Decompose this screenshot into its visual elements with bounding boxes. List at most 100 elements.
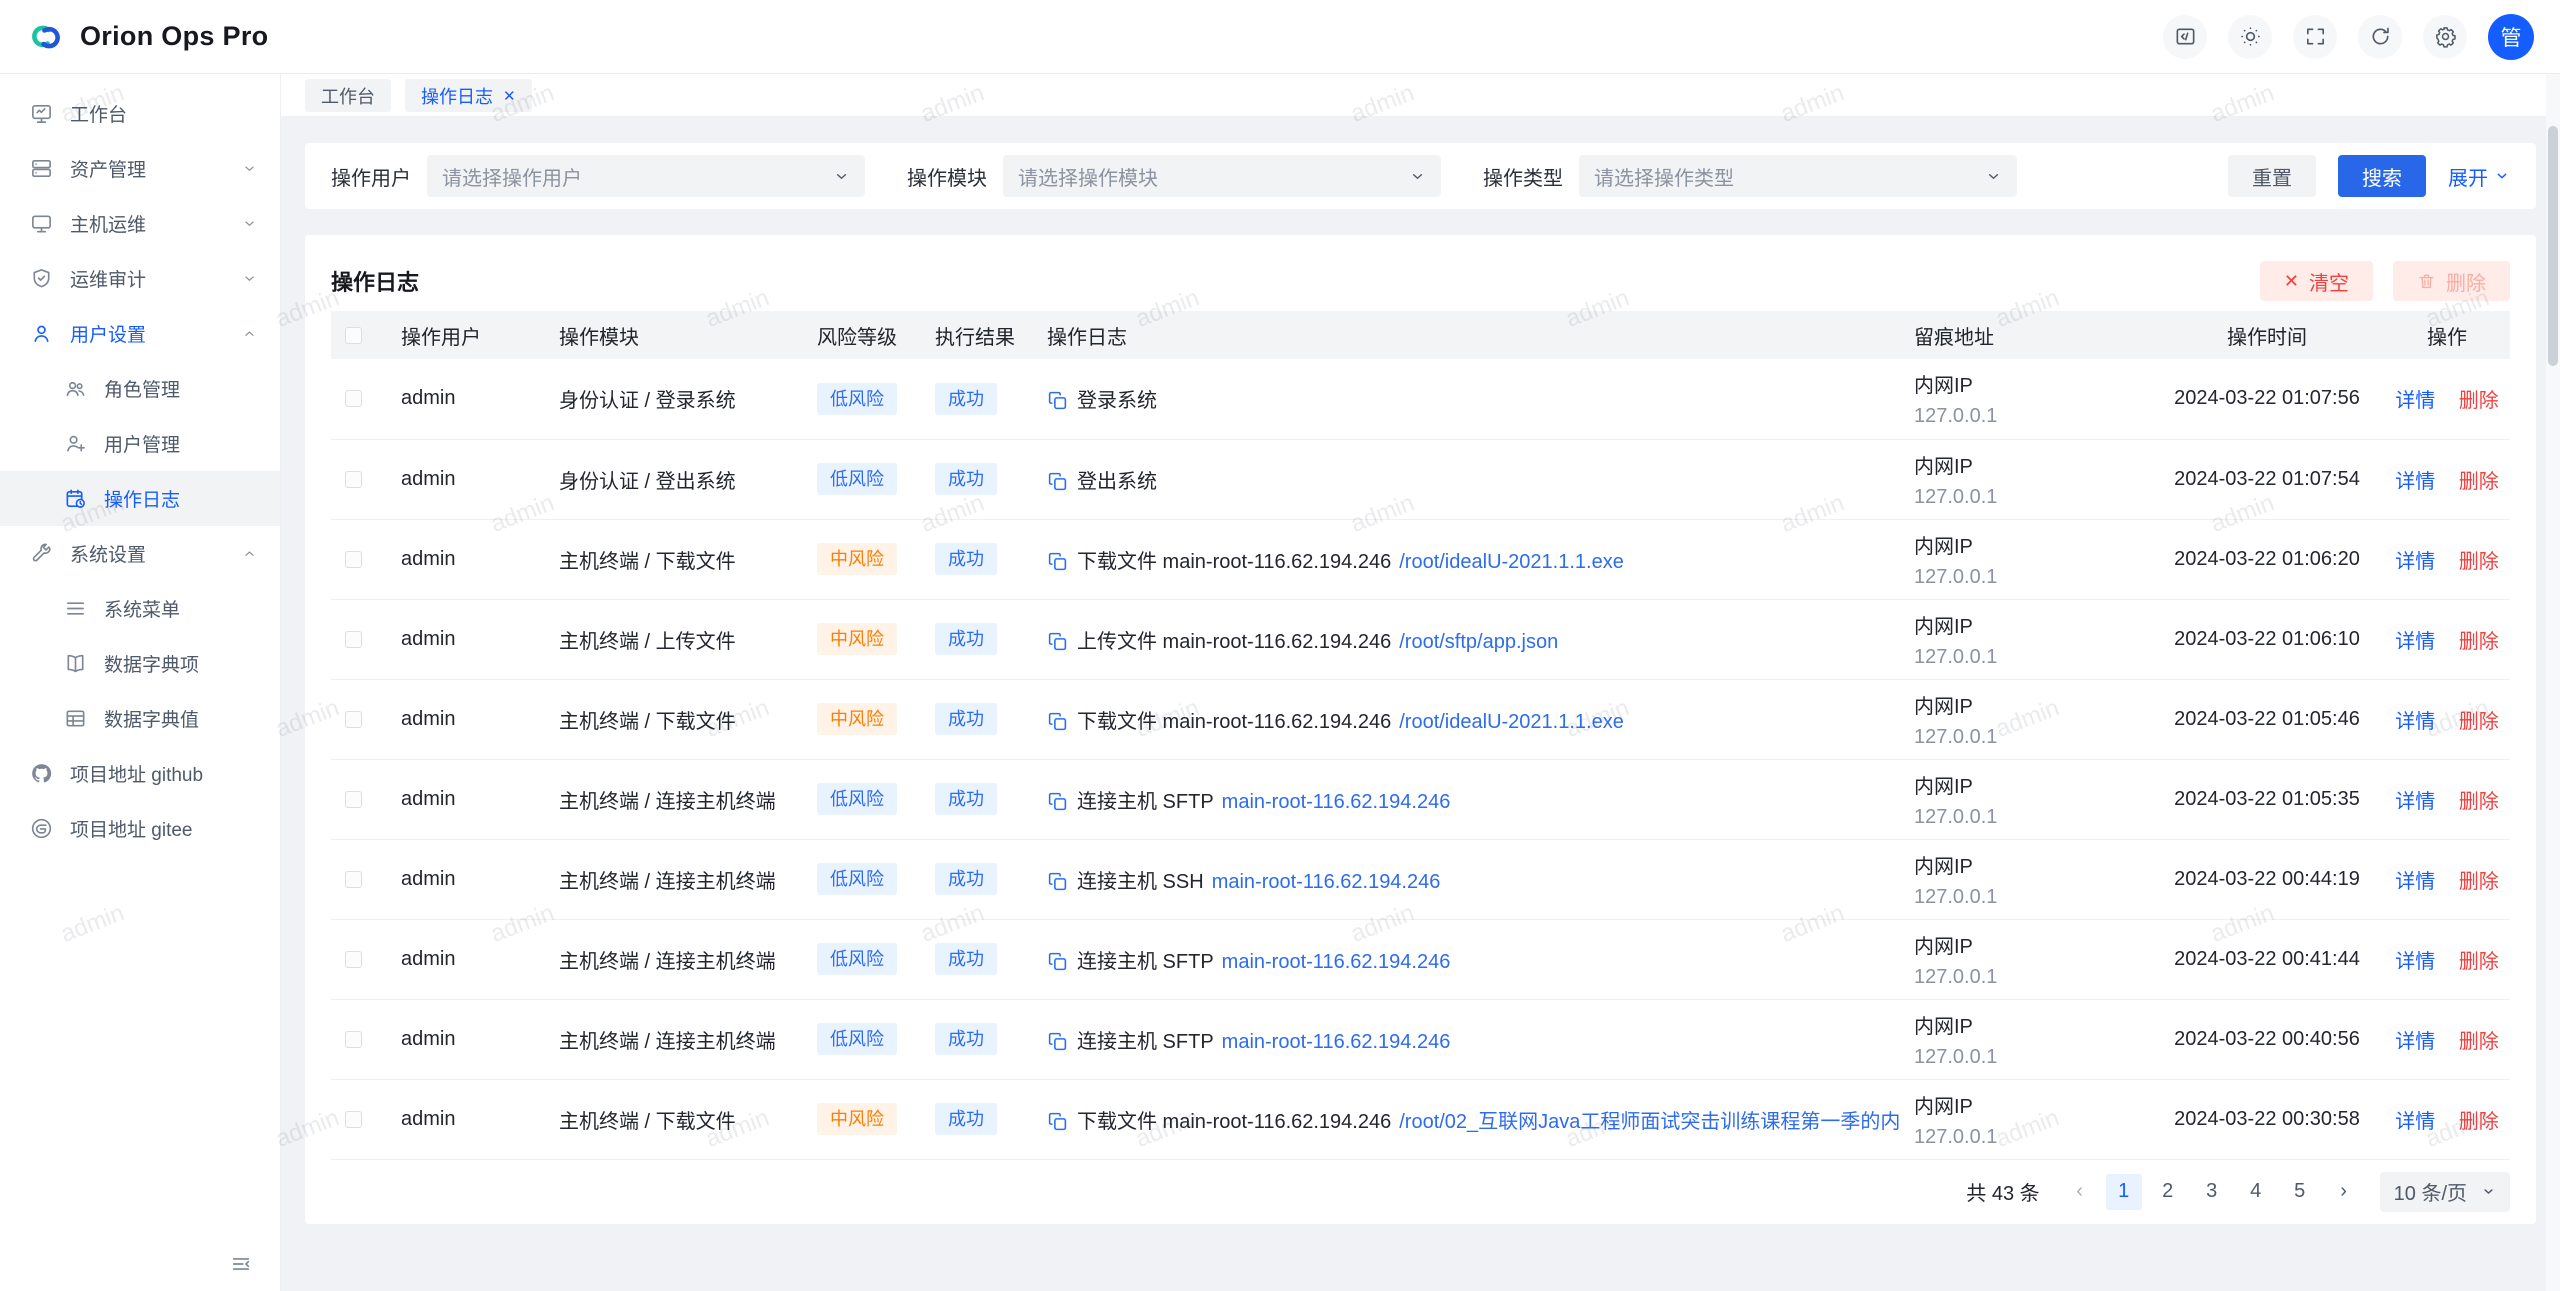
tab-工作台[interactable]: 工作台 xyxy=(305,79,391,112)
filter-select[interactable]: 请选择操作类型 xyxy=(1579,155,2017,197)
chevron-up-icon xyxy=(241,325,258,342)
row-delete-link[interactable]: 删除 xyxy=(2459,1031,2499,1053)
detail-link[interactable]: 详情 xyxy=(2395,791,2435,813)
sidebar-item-操作日志[interactable]: 操作日志 xyxy=(0,471,280,526)
tab-close-icon[interactable]: ✕ xyxy=(503,87,516,105)
result-badge: 成功 xyxy=(935,623,997,655)
main-area: 工作台 操作日志 ✕ 操作用户 请选择操作用户 操作模块 请选择操作模块 操作类… xyxy=(281,74,2560,1291)
tab-操作日志[interactable]: 操作日志 ✕ xyxy=(405,79,532,112)
delete-button[interactable]: 删除 xyxy=(2393,261,2510,301)
row-checkbox[interactable] xyxy=(345,791,362,808)
row-delete-link[interactable]: 删除 xyxy=(2459,951,2499,973)
settings-icon[interactable] xyxy=(2423,15,2467,59)
page-size-select[interactable]: 10 条/页 xyxy=(2380,1172,2510,1212)
row-checkbox[interactable] xyxy=(345,471,362,488)
detail-link[interactable]: 详情 xyxy=(2395,1111,2435,1133)
sidebar-item-系统菜单[interactable]: 系统菜单 xyxy=(0,581,280,636)
row-checkbox[interactable] xyxy=(345,951,362,968)
gitee-icon xyxy=(30,817,53,840)
log-link[interactable]: main-root-116.62.194.246 xyxy=(1222,951,1451,973)
sidebar-item-项目地址 gitee[interactable]: 项目地址 gitee xyxy=(0,801,280,856)
sidebar-item-资产管理[interactable]: 资产管理 xyxy=(0,141,280,196)
reset-button[interactable]: 重置 xyxy=(2228,155,2316,197)
filter-select[interactable]: 请选择操作模块 xyxy=(1003,155,1441,197)
theme-icon[interactable] xyxy=(2228,15,2272,59)
table-row: admin 主机终端 / 连接主机终端 低风险 成功 连接主机 SSHmain-… xyxy=(331,839,2510,919)
sidebar-item-角色管理[interactable]: 角色管理 xyxy=(0,361,280,416)
expand-toggle[interactable]: 展开 xyxy=(2448,162,2510,191)
result-badge: 成功 xyxy=(935,543,997,575)
prev-page-icon[interactable]: ‹ xyxy=(2062,1174,2098,1210)
select-all-checkbox[interactable] xyxy=(345,327,362,344)
column-header: 风险等级 xyxy=(803,311,921,359)
sidebar-item-系统设置[interactable]: 系统设置 xyxy=(0,526,280,581)
page-button-4[interactable]: 4 xyxy=(2238,1174,2274,1210)
sidebar-item-用户管理[interactable]: 用户管理 xyxy=(0,416,280,471)
log-link[interactable]: main-root-116.62.194.246 xyxy=(1222,1031,1451,1053)
detail-link[interactable]: 详情 xyxy=(2395,871,2435,893)
row-checkbox[interactable] xyxy=(345,1031,362,1048)
tab-bar: 工作台 操作日志 ✕ xyxy=(281,74,2560,117)
sidebar-item-项目地址 github[interactable]: 项目地址 github xyxy=(0,746,280,801)
log-link[interactable]: /root/idealU-2021.1.1.exe xyxy=(1399,551,1624,573)
log-link[interactable]: /root/idealU-2021.1.1.exe xyxy=(1399,711,1624,733)
sidebar-item-主机运维[interactable]: 主机运维 xyxy=(0,196,280,251)
row-checkbox[interactable] xyxy=(345,871,362,888)
clear-button[interactable]: ✕ 清空 xyxy=(2260,261,2373,301)
row-checkbox[interactable] xyxy=(345,551,362,568)
row-delete-link[interactable]: 删除 xyxy=(2459,791,2499,813)
log-link[interactable]: /root/02_互联网Java工程师面试突击训练课程第一季的内容说明.zip xyxy=(1399,1111,1900,1133)
cell-log: 登录系统 xyxy=(1033,359,1900,439)
copy-icon xyxy=(1047,551,1068,572)
log-link[interactable]: main-root-116.62.194.246 xyxy=(1212,871,1441,893)
page-button-5[interactable]: 5 xyxy=(2282,1174,2318,1210)
sidebar-item-数据字典项[interactable]: 数据字典项 xyxy=(0,636,280,691)
row-delete-link[interactable]: 删除 xyxy=(2459,631,2499,653)
risk-badge: 低风险 xyxy=(817,783,897,815)
row-checkbox[interactable] xyxy=(345,390,362,407)
app-logo[interactable]: Orion Ops Pro xyxy=(26,17,268,57)
detail-link[interactable]: 详情 xyxy=(2395,471,2435,493)
sidebar-item-运维审计[interactable]: 运维审计 xyxy=(0,251,280,306)
log-link[interactable]: main-root-116.62.194.246 xyxy=(1222,791,1451,813)
row-delete-link[interactable]: 删除 xyxy=(2459,871,2499,893)
sidebar-item-数据字典值[interactable]: 数据字典值 xyxy=(0,691,280,746)
search-button[interactable]: 搜索 xyxy=(2338,155,2426,197)
cell-user: admin xyxy=(387,919,545,999)
row-delete-link[interactable]: 删除 xyxy=(2459,711,2499,733)
refresh-icon[interactable] xyxy=(2358,15,2402,59)
page-button-3[interactable]: 3 xyxy=(2194,1174,2230,1210)
detail-link[interactable]: 详情 xyxy=(2395,1031,2435,1053)
detail-link[interactable]: 详情 xyxy=(2395,951,2435,973)
risk-badge: 中风险 xyxy=(817,543,897,575)
page-button-2[interactable]: 2 xyxy=(2150,1174,2186,1210)
detail-link[interactable]: 详情 xyxy=(2395,631,2435,653)
row-delete-link[interactable]: 删除 xyxy=(2459,471,2499,493)
row-checkbox[interactable] xyxy=(345,631,362,648)
sidebar-item-用户设置[interactable]: 用户设置 xyxy=(0,306,280,361)
column-header: 操作 xyxy=(2378,311,2510,359)
next-page-icon[interactable]: › xyxy=(2326,1174,2362,1210)
sidebar-collapse-icon[interactable] xyxy=(230,1253,254,1277)
filter-field: 操作类型 请选择操作类型 xyxy=(1483,155,2017,197)
detail-link[interactable]: 详情 xyxy=(2395,711,2435,733)
scrollbar-thumb[interactable] xyxy=(2548,126,2558,366)
detail-link[interactable]: 详情 xyxy=(2395,390,2435,412)
detail-link[interactable]: 详情 xyxy=(2395,551,2435,573)
sidebar: 工作台 资产管理 主机运维 运维审计 用户设置 角色管理 用户管理 操作日志 xyxy=(0,74,281,1291)
sidebar-item-工作台[interactable]: 工作台 xyxy=(0,86,280,141)
row-delete-link[interactable]: 删除 xyxy=(2459,1111,2499,1133)
log-link[interactable]: /root/sftp/app.json xyxy=(1399,631,1558,653)
row-checkbox[interactable] xyxy=(345,711,362,728)
column-header: 执行结果 xyxy=(921,311,1033,359)
row-delete-link[interactable]: 删除 xyxy=(2459,551,2499,573)
user-avatar[interactable]: 管 xyxy=(2488,14,2534,60)
filter-select[interactable]: 请选择操作用户 xyxy=(427,155,865,197)
fullscreen-icon[interactable] xyxy=(2293,15,2337,59)
copy-icon xyxy=(1047,871,1068,892)
row-checkbox[interactable] xyxy=(345,1111,362,1128)
row-delete-link[interactable]: 删除 xyxy=(2459,390,2499,412)
filter-label: 操作类型 xyxy=(1483,162,1563,191)
page-button-1[interactable]: 1 xyxy=(2106,1174,2142,1210)
code-preview-icon[interactable] xyxy=(2163,15,2207,59)
